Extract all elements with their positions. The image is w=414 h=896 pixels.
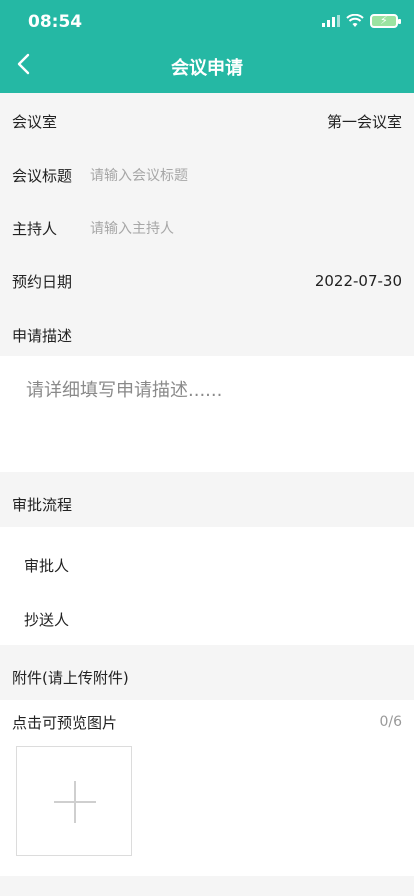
cc-item[interactable]: 抄送人 <box>24 609 69 630</box>
approval-section-label: 审批流程 <box>12 495 73 514</box>
page-title: 会议申请 <box>171 58 243 79</box>
wifi-icon <box>346 14 364 27</box>
add-attachment-button[interactable] <box>16 746 132 856</box>
room-value[interactable]: 第一会议室 <box>327 111 402 132</box>
title-row: 会议标题 请输入会议标题 <box>0 148 414 202</box>
room-label: 会议室 <box>12 112 58 131</box>
preview-hint: 点击可预览图片 <box>12 714 118 732</box>
battery-charging-icon: ⚡ <box>370 14 401 28</box>
status-icons: ⚡ <box>322 14 401 28</box>
date-value[interactable]: 2022-07-30 <box>315 272 402 290</box>
description-header: 申请描述 <box>0 308 414 362</box>
host-row: 主持人 请输入主持人 <box>0 201 414 255</box>
room-row[interactable]: 会议室 第一会议室 <box>0 94 414 148</box>
status-time: 08:54 <box>28 12 83 32</box>
approver-item[interactable]: 审批人 <box>24 555 69 576</box>
description-textarea[interactable]: 请详细填写申请描述...... <box>0 356 414 472</box>
attachments-section-header: 附件(请上传附件) <box>0 650 414 704</box>
attachments-section-label: 附件(请上传附件) <box>12 668 129 687</box>
cellular-signal-icon <box>322 15 340 27</box>
host-label: 主持人 <box>12 219 58 238</box>
title-label: 会议标题 <box>12 166 73 185</box>
date-row[interactable]: 预约日期 2022-07-30 <box>0 254 414 308</box>
app-header: 08:54 ⚡ 会议申请 <box>0 0 414 93</box>
approval-section-header: 审批流程 <box>0 477 414 531</box>
host-input[interactable]: 请输入主持人 <box>90 218 174 238</box>
date-label: 预约日期 <box>12 272 73 291</box>
title-input[interactable]: 请输入会议标题 <box>90 165 188 185</box>
description-label: 申请描述 <box>12 326 73 345</box>
approval-block: 审批人 抄送人 <box>0 527 414 645</box>
attachment-counter: 0/6 <box>379 714 402 730</box>
